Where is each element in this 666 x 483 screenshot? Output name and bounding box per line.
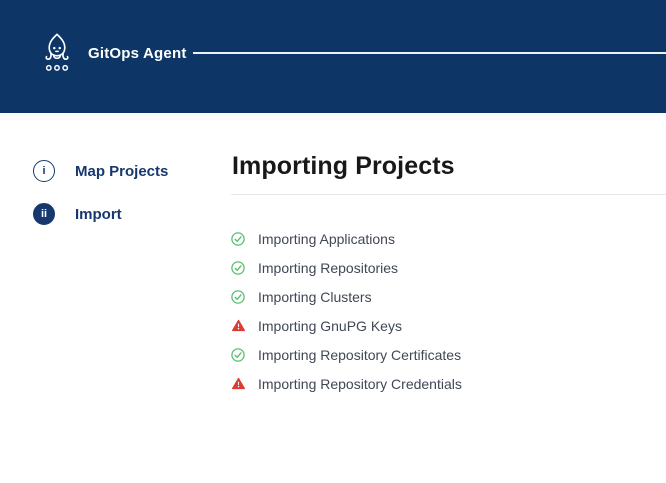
wizard-steps-sidebar: i Map Projects ii Import bbox=[33, 160, 168, 246]
step-number-badge: i bbox=[33, 160, 55, 182]
check-circle-icon bbox=[231, 290, 245, 304]
import-status-row: Importing Repositories bbox=[231, 253, 666, 282]
import-status-row: Importing Applications bbox=[231, 224, 666, 253]
import-status-label: Importing Repository Certificates bbox=[258, 347, 461, 363]
app-window: GitOps Agent i Map Projects ii Import Impor… bbox=[0, 0, 666, 483]
warning-triangle-icon bbox=[231, 377, 245, 391]
app-header: GitOps Agent bbox=[0, 0, 666, 113]
header-divider-line bbox=[193, 52, 666, 54]
import-status-label: Importing Repository Credentials bbox=[258, 376, 462, 392]
step-label: Map Projects bbox=[75, 163, 168, 180]
octopus-logo-icon bbox=[39, 29, 75, 75]
check-circle-icon bbox=[231, 232, 245, 246]
import-status-row: Importing Clusters bbox=[231, 282, 666, 311]
sidebar-step-import[interactable]: ii Import bbox=[33, 203, 168, 225]
import-status-label: Importing Clusters bbox=[258, 289, 372, 305]
import-status-row: Importing Repository Credentials bbox=[231, 369, 666, 398]
import-status-label: Importing Repositories bbox=[258, 260, 398, 276]
page-title: Importing Projects bbox=[232, 151, 666, 181]
import-status-label: Importing GnuPG Keys bbox=[258, 318, 402, 334]
step-label: Import bbox=[75, 206, 122, 223]
sidebar-step-map-projects[interactable]: i Map Projects bbox=[33, 160, 168, 182]
title-divider bbox=[231, 194, 666, 195]
step-number-badge: ii bbox=[33, 203, 55, 225]
import-status-row: Importing Repository Certificates bbox=[231, 340, 666, 369]
import-status-list: Importing Applications Importing Reposito… bbox=[231, 224, 666, 398]
import-status-row: Importing GnuPG Keys bbox=[231, 311, 666, 340]
warning-triangle-icon bbox=[231, 319, 245, 333]
check-circle-icon bbox=[231, 261, 245, 275]
main-content: Importing Projects Importing Application… bbox=[231, 151, 666, 398]
app-title: GitOps Agent bbox=[88, 45, 187, 62]
check-circle-icon bbox=[231, 348, 245, 362]
import-status-label: Importing Applications bbox=[258, 231, 395, 247]
